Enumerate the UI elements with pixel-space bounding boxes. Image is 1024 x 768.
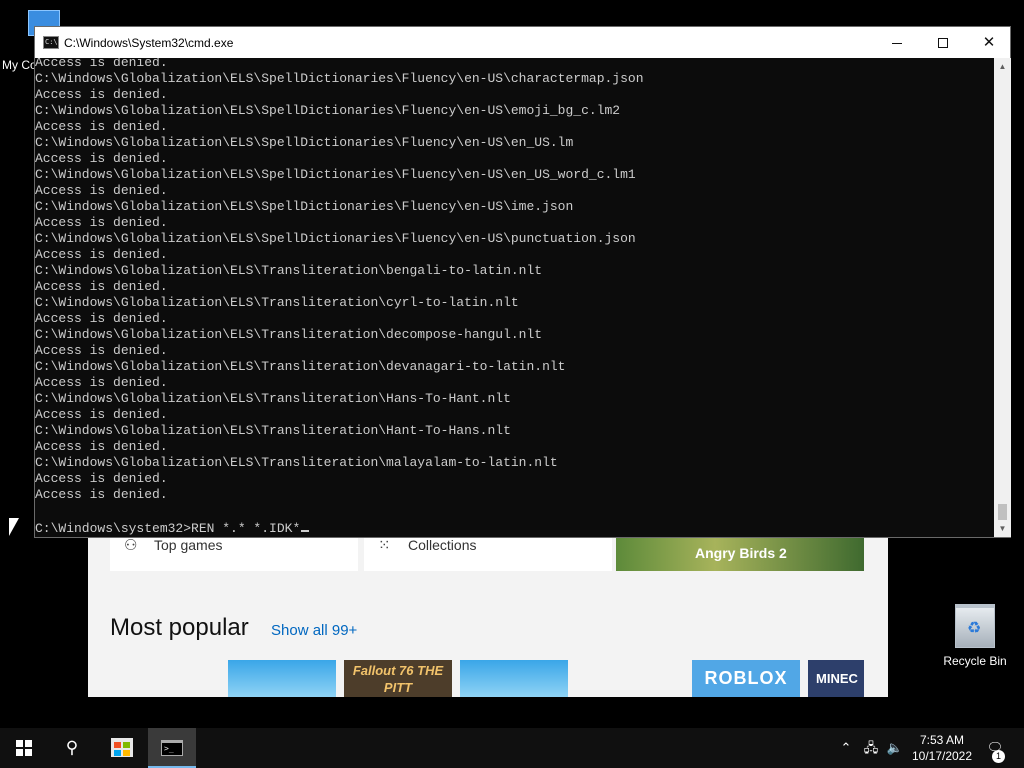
volume-icon[interactable]: 🔈 — [884, 728, 906, 768]
scroll-down-arrow-icon[interactable]: ▼ — [994, 520, 1011, 537]
console-line: C:\Windows\Globalization\ELS\SpellDictio… — [35, 135, 574, 150]
console-line: C:\Windows\Globalization\ELS\Translitera… — [35, 263, 543, 278]
store-card-top-games[interactable]: ⚇ Top games — [110, 536, 358, 571]
console-line: Access is denied. — [35, 343, 168, 358]
app-tile[interactable] — [228, 660, 336, 697]
console-line: Access is denied. — [35, 119, 168, 134]
notification-count-badge: 1 — [992, 750, 1005, 763]
store-card-label: Collections — [408, 537, 477, 553]
store-card-label: Top games — [154, 537, 223, 553]
show-all-link[interactable]: Show all 99+ — [271, 622, 357, 639]
app-tile[interactable] — [460, 660, 568, 697]
console-output[interactable]: Access is denied. C:\Windows\Globalizatio… — [35, 58, 994, 537]
recycle-bin-icon — [955, 604, 995, 648]
controller-icon: ⚇ — [124, 537, 138, 554]
console-line: C:\Windows\Globalization\ELS\Translitera… — [35, 327, 543, 342]
taskbar-store-button[interactable] — [98, 728, 146, 768]
grid-icon: ⁙ — [378, 537, 391, 554]
show-hidden-icons-chevron-icon[interactable]: ⌃ — [836, 728, 856, 768]
app-tile-fallout[interactable]: Fallout 76 THE PITT — [344, 660, 452, 697]
cmd-icon: C:\ — [43, 36, 59, 49]
console-line: Access is denied. — [35, 439, 168, 454]
command-prompt[interactable]: C:\Windows\system32>REN *.* *.IDK* — [35, 521, 310, 537]
console-line: C:\Windows\Globalization\ELS\SpellDictio… — [35, 71, 644, 86]
section-title: Most popular — [110, 614, 249, 641]
console-line: C:\Windows\Globalization\ELS\Translitera… — [35, 423, 511, 438]
search-button[interactable]: ⚲ — [48, 728, 96, 768]
console-line: Access is denied. — [35, 375, 168, 390]
clock-date: 10/17/2022 — [911, 749, 973, 763]
console-line: C:\Windows\Globalization\ELS\SpellDictio… — [35, 103, 621, 118]
desktop-icon-recycle-bin[interactable]: Recycle Bin — [938, 600, 1012, 668]
maximize-icon — [938, 38, 948, 49]
app-tile-minecraft[interactable]: MINEC — [808, 660, 864, 697]
console-line: Access is denied. — [35, 311, 168, 326]
scrollbar[interactable]: ▲ ▼ — [994, 58, 1011, 537]
clock[interactable]: 7:53 AM 10/17/2022 — [904, 728, 980, 768]
clock-time: 7:53 AM — [919, 733, 965, 747]
console-line: C:\Windows\Globalization\ELS\SpellDictio… — [35, 199, 574, 214]
console-line: Access is denied. — [35, 407, 168, 422]
console-line: C:\Windows\Globalization\ELS\Translitera… — [35, 295, 519, 310]
store-window: ⚇ Top games ⁙ Collections Angry Birds 2 … — [88, 536, 888, 697]
cmd-icon: >_ — [161, 739, 183, 756]
windows-logo-icon — [16, 739, 32, 756]
console-line: C:\Windows\Globalization\ELS\Translitera… — [35, 359, 566, 374]
console-line: Access is denied. — [35, 183, 168, 198]
desktop-icon-label: My Co — [2, 58, 37, 72]
minimize-icon — [892, 42, 902, 44]
notification-center-button[interactable]: 🗨 1 — [980, 728, 1010, 768]
console-line: Access is denied. — [35, 151, 168, 166]
minimize-button[interactable] — [874, 27, 920, 58]
store-icon — [111, 738, 133, 758]
console-line: Access is denied. — [35, 87, 168, 102]
store-featured-label: Angry Birds 2 — [695, 545, 787, 561]
cmd-window[interactable]: C:\ C:\Windows\System32\cmd.exe ✕ Access… — [34, 26, 1011, 538]
taskbar: ⚲ >_ ⌃ 🖧 🔈 7:53 AM 10/17/2022 🗨 1 — [0, 728, 1024, 768]
desktop-icon-label: Recycle Bin — [943, 654, 1007, 668]
start-button[interactable] — [0, 728, 48, 768]
search-icon: ⚲ — [65, 738, 79, 757]
prompt-text: C:\Windows\system32>REN *.* *.IDK* — [35, 521, 301, 536]
mouse-pointer-icon — [9, 518, 19, 536]
store-featured-card[interactable]: Angry Birds 2 — [616, 536, 864, 571]
console-line: Access is denied. — [35, 471, 168, 486]
console-line: C:\Windows\Globalization\ELS\SpellDictio… — [35, 231, 636, 246]
maximize-button[interactable] — [920, 27, 966, 58]
close-icon: ✕ — [982, 34, 996, 51]
close-button[interactable]: ✕ — [966, 27, 1012, 58]
console-line: C:\Windows\Globalization\ELS\Translitera… — [35, 391, 511, 406]
console-line: Access is denied. — [35, 58, 168, 70]
console-line: C:\Windows\Globalization\ELS\SpellDictio… — [35, 167, 636, 182]
title-bar[interactable]: C:\ C:\Windows\System32\cmd.exe ✕ — [35, 27, 1010, 58]
scroll-thumb[interactable] — [998, 504, 1007, 520]
console-line: C:\Windows\Globalization\ELS\Translitera… — [35, 455, 558, 470]
store-card-collections[interactable]: ⁙ Collections — [364, 536, 612, 571]
network-icon[interactable]: 🖧 — [860, 728, 882, 768]
window-title: C:\Windows\System32\cmd.exe — [64, 36, 234, 50]
app-tile-roblox[interactable]: ROBLOX — [692, 660, 800, 697]
console-line: Access is denied. — [35, 247, 168, 262]
scroll-up-arrow-icon[interactable]: ▲ — [994, 58, 1011, 75]
console-line: Access is denied. — [35, 487, 168, 502]
taskbar-cmd-button[interactable]: >_ — [148, 728, 196, 768]
console-line: Access is denied. — [35, 279, 168, 294]
text-cursor — [301, 530, 310, 532]
console-line: Access is denied. — [35, 215, 168, 230]
